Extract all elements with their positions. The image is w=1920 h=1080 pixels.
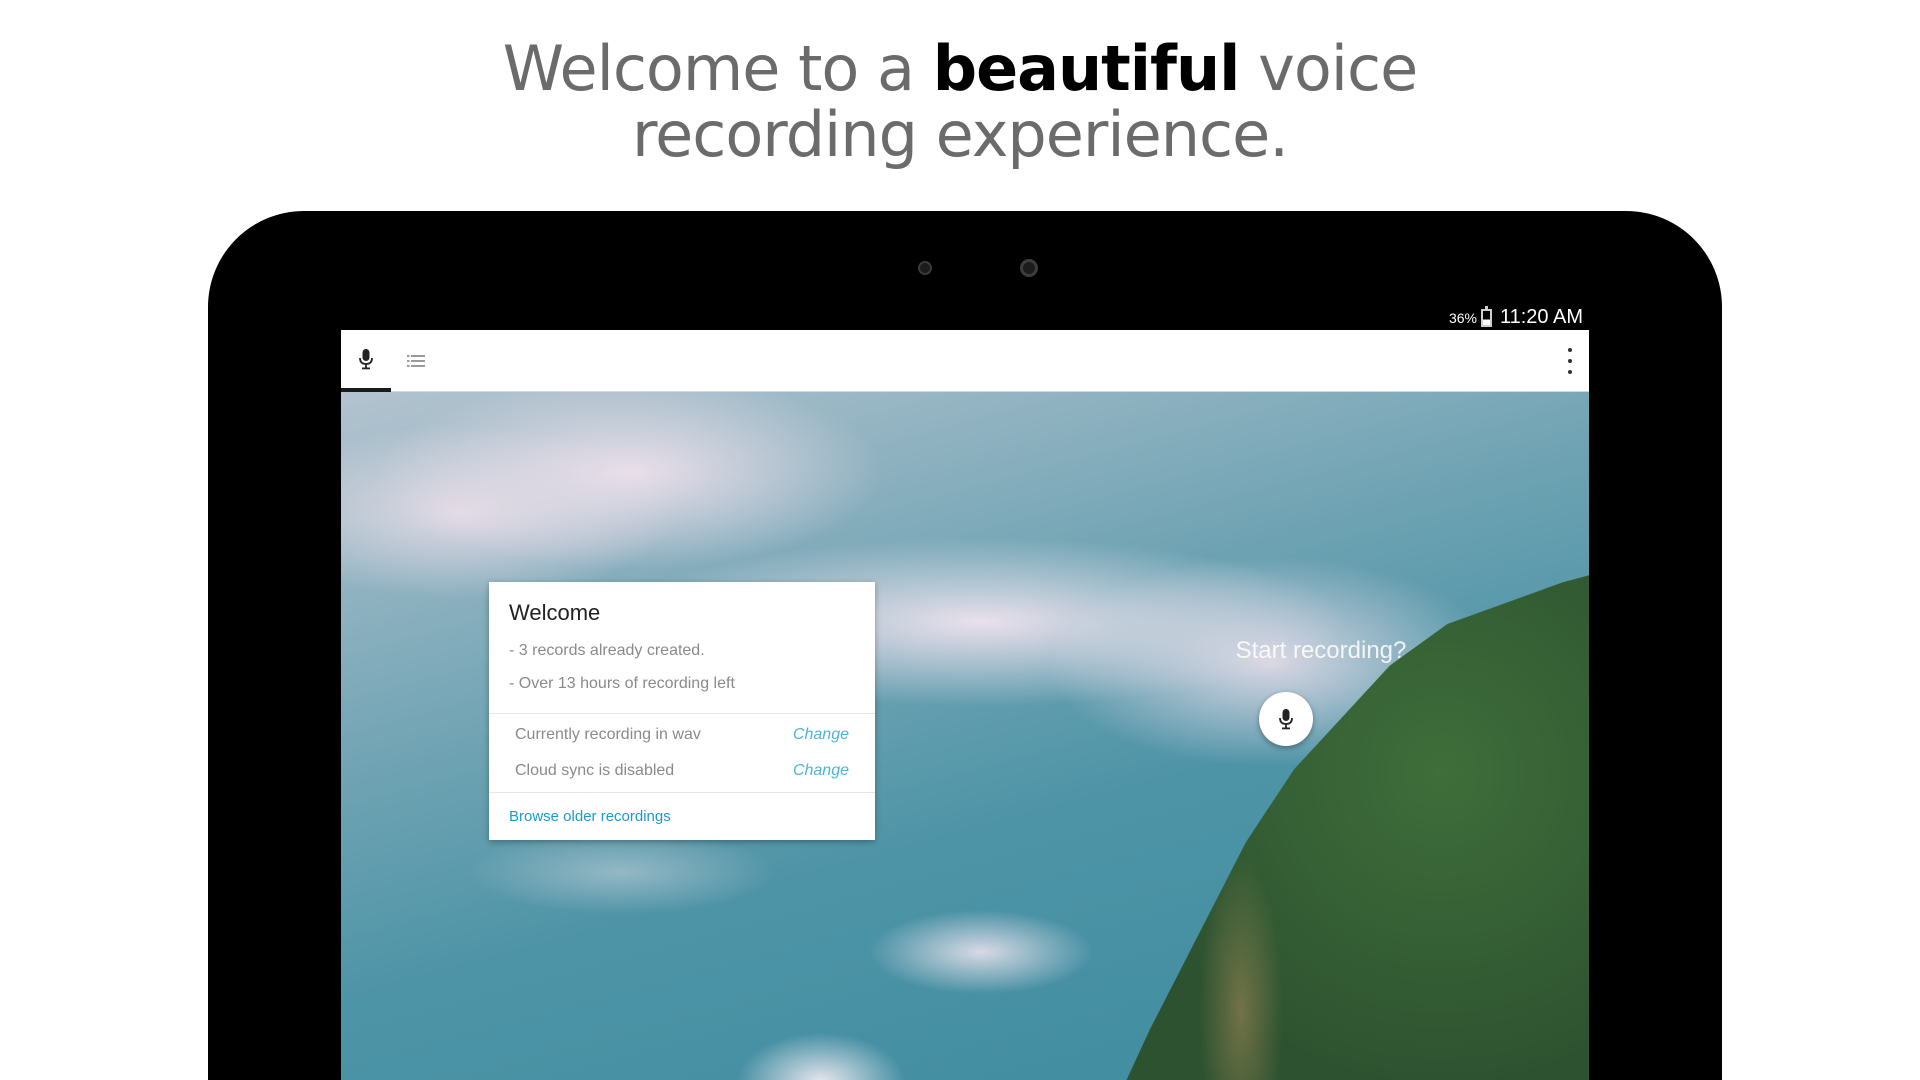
mic-icon: [1279, 709, 1293, 730]
recording-format-label: Currently recording in wav: [515, 726, 701, 743]
change-format-link[interactable]: Change: [793, 726, 849, 744]
headline-line-1: Welcome to a beautiful voice: [0, 36, 1920, 102]
app-bar: [341, 330, 1589, 392]
device-screen: 36% 11:20 AM Welcome - 3 records already…: [341, 305, 1589, 1080]
tab-recordings-list[interactable]: [391, 330, 441, 392]
headline-text-before: Welcome to a: [502, 32, 933, 105]
overflow-dot: [1568, 348, 1572, 352]
browse-older-recordings-link[interactable]: Browse older recordings: [509, 808, 671, 825]
card-divider: [489, 792, 875, 793]
start-recording-button[interactable]: [1259, 692, 1313, 746]
welcome-card: Welcome - 3 records already created. - O…: [489, 582, 875, 840]
mic-icon: [359, 349, 373, 370]
sensor-icon: [1020, 259, 1038, 277]
headline-text-after: voice: [1239, 32, 1418, 105]
list-icon: [407, 355, 425, 367]
welcome-title: Welcome: [509, 600, 601, 625]
headline: Welcome to a beautiful voice recording e…: [0, 36, 1920, 168]
recording-left-text: - Over 13 hours of recording left: [509, 675, 735, 692]
status-bar: 36% 11:20 AM: [341, 305, 1589, 330]
overflow-dot: [1568, 359, 1572, 363]
battery-icon: [1480, 305, 1492, 327]
card-divider: [489, 713, 875, 714]
cloud-sync-label: Cloud sync is disabled: [515, 762, 675, 779]
overflow-menu-icon[interactable]: [1565, 348, 1575, 374]
overflow-dot: [1568, 370, 1572, 374]
battery-percentage: 36%: [1448, 309, 1477, 326]
headline-line-2: recording experience.: [632, 98, 1289, 171]
start-recording-prompt: Start recording?: [1235, 637, 1407, 664]
tab-record[interactable]: [341, 330, 391, 392]
status-time: 11:20 AM: [1499, 306, 1583, 328]
change-cloud-sync-link[interactable]: Change: [793, 762, 849, 780]
headline-bold-word: beautiful: [932, 32, 1241, 105]
records-created-text: - 3 records already created.: [509, 642, 705, 659]
front-camera-icon: [918, 261, 932, 275]
background-photo: Welcome - 3 records already created. - O…: [341, 392, 1589, 1080]
